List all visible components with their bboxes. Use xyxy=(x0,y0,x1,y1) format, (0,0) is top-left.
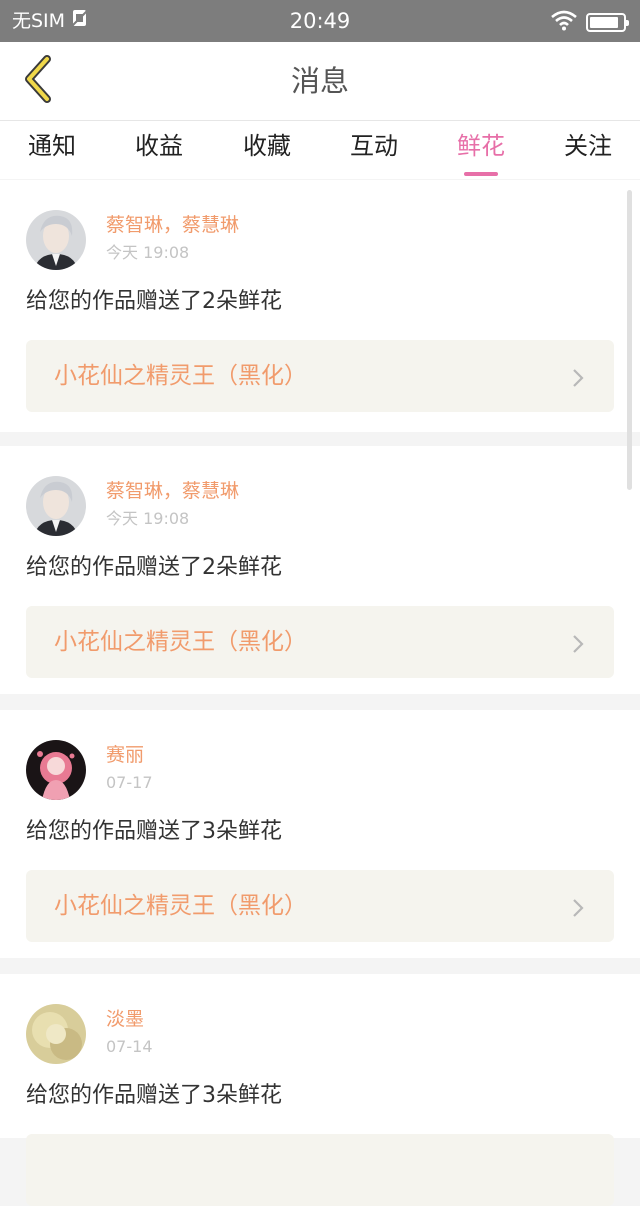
work-title: 小花仙之精灵王（黑化） xyxy=(54,363,307,389)
message-card: 蔡智琳，蔡慧琳 今天 19:08 给您的作品赠送了2朵鲜花 小花仙之精灵王（黑化… xyxy=(0,446,640,694)
work-title: 小花仙之精灵王（黑化） xyxy=(54,893,307,919)
sender-name[interactable]: 赛丽 xyxy=(106,742,144,768)
wifi-icon xyxy=(550,9,578,35)
message-text: 给您的作品赠送了2朵鲜花 xyxy=(26,555,282,580)
chevron-right-icon xyxy=(572,634,584,658)
male-portrait-avatar[interactable] xyxy=(26,210,86,270)
page-title: 消息 xyxy=(290,64,349,98)
blurred-yellow-avatar[interactable] xyxy=(26,1004,86,1064)
tab-favorites[interactable]: 收藏 xyxy=(217,129,317,163)
tab-notifications[interactable]: 通知 xyxy=(2,129,102,163)
scrollbar[interactable] xyxy=(627,190,632,490)
work-link[interactable]: 小花仙之精灵王（黑化） xyxy=(26,340,614,412)
status-time: 20:49 xyxy=(289,9,351,33)
message-time: 07-17 xyxy=(106,773,153,792)
work-link[interactable]: 小花仙之精灵王（黑化） xyxy=(26,606,614,678)
nav-bar: 消息 xyxy=(0,42,640,121)
message-time: 今天 19:08 xyxy=(106,243,190,262)
chevron-right-icon xyxy=(572,368,584,392)
pink-anime-girl-avatar[interactable] xyxy=(26,740,86,800)
work-link[interactable] xyxy=(26,1134,614,1206)
message-text: 给您的作品赠送了2朵鲜花 xyxy=(26,289,282,314)
tab-earnings[interactable]: 收益 xyxy=(109,129,209,163)
status-bar: 无SIM 20:49 xyxy=(0,0,640,42)
tab-bar: 通知 收益 收藏 互动 鲜花 关注 xyxy=(0,121,640,179)
sender-name[interactable]: 淡墨 xyxy=(106,1006,144,1032)
sender-name[interactable]: 蔡智琳，蔡慧琳 xyxy=(106,478,239,504)
status-right xyxy=(550,9,629,35)
tab-interactions[interactable]: 互动 xyxy=(324,129,424,163)
message-card: 蔡智琳，蔡慧琳 今天 19:08 给您的作品赠送了2朵鲜花 小花仙之精灵王（黑化… xyxy=(0,180,640,432)
message-time: 今天 19:08 xyxy=(106,509,190,528)
work-title: 小花仙之精灵王（黑化） xyxy=(54,629,307,655)
message-text: 给您的作品赠送了3朵鲜花 xyxy=(26,1083,282,1108)
sender-name[interactable]: 蔡智琳，蔡慧琳 xyxy=(106,212,239,238)
message-card: 淡墨 07-14 给您的作品赠送了3朵鲜花 xyxy=(0,974,640,1206)
tab-flowers[interactable]: 鲜花 xyxy=(431,129,531,163)
male-portrait-avatar[interactable] xyxy=(26,476,86,536)
battery-icon xyxy=(586,12,629,32)
battery-level-fill xyxy=(590,16,618,28)
tab-follows[interactable]: 关注 xyxy=(538,129,638,163)
message-card: 赛丽 07-17 给您的作品赠送了3朵鲜花 小花仙之精灵王（黑化） xyxy=(0,710,640,958)
chevron-right-icon xyxy=(572,898,584,922)
active-tab-indicator xyxy=(464,172,498,176)
work-link[interactable]: 小花仙之精灵王（黑化） xyxy=(26,870,614,942)
message-time: 07-14 xyxy=(106,1037,153,1056)
message-text: 给您的作品赠送了3朵鲜花 xyxy=(26,819,282,844)
